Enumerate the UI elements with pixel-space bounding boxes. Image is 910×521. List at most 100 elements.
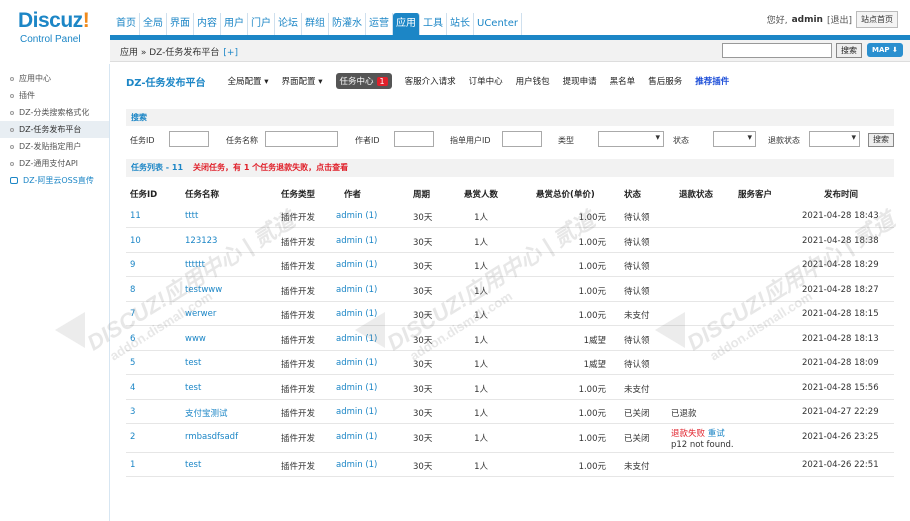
author-link[interactable]: admin (1)	[336, 260, 377, 270]
list-title: 任务列表 - 11	[131, 163, 184, 172]
task-id-cell[interactable]: 9	[130, 260, 135, 270]
sidebar-item[interactable]: 插件	[0, 87, 109, 104]
author-link[interactable]: admin (1)	[336, 432, 377, 442]
topnav-item[interactable]: UCenter	[474, 13, 522, 35]
subnav-tab-label: 售后服务	[648, 77, 683, 87]
author-link[interactable]: admin (1)	[336, 211, 377, 221]
reward-price-cell: 1.00元	[578, 311, 606, 321]
task-id-cell[interactable]: 11	[130, 211, 141, 221]
refund-status-select[interactable]	[809, 131, 860, 147]
logout-link[interactable]: [退出]	[827, 13, 852, 26]
topnav-item[interactable]: 首页	[113, 13, 140, 35]
task-id-cell[interactable]: 6	[130, 334, 135, 344]
filter-bar: 任务ID 任务名称 作者ID 指单用户ID 类型 状态 退款状态 搜索	[110, 131, 910, 151]
refund-fail-warning-link[interactable]: 关闭任务，有 1 个任务退款失败，点击查看	[193, 163, 348, 172]
logo-mark: !	[82, 9, 90, 32]
task-name-link[interactable]: 123123	[185, 236, 217, 246]
task-id-cell[interactable]: 5	[130, 358, 135, 368]
bullet-icon	[10, 161, 14, 166]
period-cell: 30天	[413, 286, 433, 297]
subnav-tab[interactable]: 售后服务	[648, 75, 682, 87]
sidebar-item[interactable]: DZ-通用支付API	[0, 155, 109, 172]
subnav-tab[interactable]: 订单中心	[469, 75, 503, 87]
topnav-item[interactable]: 内容	[194, 13, 221, 35]
task-name-link[interactable]: www	[185, 334, 206, 344]
subnav-tab[interactable]: 客服介入请求	[405, 75, 456, 87]
topnav-item[interactable]: 用户	[221, 13, 248, 35]
subnav-tab[interactable]: 界面配置 ▾	[282, 75, 323, 87]
period-cell: 30天	[413, 461, 433, 472]
task-id-input[interactable]	[169, 131, 209, 147]
column-header: 任务类型	[281, 190, 316, 200]
topnav-item[interactable]: 全局	[140, 13, 167, 35]
table-row: 11 tttt 插件开发 admin (1) 30天 1人 1.00元 待认领 2021-04-…	[126, 204, 894, 228]
sidebar-item[interactable]: DZ-任务发布平台	[0, 121, 109, 138]
map-button[interactable]: MAP ⬇	[867, 43, 903, 57]
author-id-label: 作者ID	[355, 136, 380, 145]
logo-brand: Discuz	[18, 9, 83, 32]
subnav-tab[interactable]: 提现申请	[563, 75, 597, 87]
period-cell: 30天	[413, 311, 433, 321]
author-link[interactable]: admin (1)	[336, 460, 377, 470]
author-link[interactable]: admin (1)	[336, 407, 377, 417]
reward-count-cell: 1人	[474, 213, 488, 223]
task-name-link[interactable]: tttt	[185, 211, 198, 221]
search-button[interactable]: 搜索	[836, 43, 862, 58]
task-name-link[interactable]: werwer	[185, 309, 216, 319]
subnav-tab[interactable]: 推荐插件	[695, 75, 729, 87]
status-select[interactable]	[713, 131, 756, 147]
subnav-tab[interactable]: 全局配置 ▾	[228, 75, 269, 87]
task-type-cell: 插件开发	[281, 433, 316, 444]
subnav-tab[interactable]: 用户钱包	[516, 75, 550, 87]
subnav-tab[interactable]: 任务中心 1	[335, 73, 392, 89]
task-name-link[interactable]: rmbasdfsadf	[185, 432, 238, 442]
task-name-link[interactable]: 支付宝测试	[185, 407, 228, 419]
task-id-cell[interactable]: 3	[130, 407, 135, 417]
task-name-link[interactable]: test	[185, 460, 201, 470]
author-link[interactable]: admin (1)	[336, 285, 377, 295]
table-row: 4 test 插件开发 admin (1) 30天 1人 1.00元 未支付 2021-04-2…	[126, 376, 894, 400]
task-name-link[interactable]: test	[185, 358, 201, 368]
task-id-cell[interactable]: 4	[130, 383, 135, 393]
author-link[interactable]: admin (1)	[336, 309, 377, 319]
refund-fail-label: 退款失败	[671, 428, 706, 439]
site-home-button[interactable]: 站点首页	[856, 11, 898, 28]
add-shortcut-link[interactable]: [+]	[223, 48, 238, 58]
task-id-cell[interactable]: 2	[130, 432, 135, 442]
sidebar-item[interactable]: DZ-发贴指定用户	[0, 138, 109, 155]
author-link[interactable]: admin (1)	[336, 383, 377, 393]
author-link[interactable]: admin (1)	[336, 358, 377, 368]
task-name-link[interactable]: test	[185, 383, 201, 393]
period-cell: 30天	[413, 262, 433, 272]
sidebar-item[interactable]: DZ-分类搜索格式化	[0, 104, 109, 121]
author-link[interactable]: admin (1)	[336, 236, 377, 246]
topnav-item[interactable]: 应用	[393, 13, 420, 35]
task-name-input[interactable]	[265, 131, 338, 147]
author-link[interactable]: admin (1)	[336, 334, 377, 344]
topnav-item[interactable]: 运营	[366, 13, 393, 35]
type-select[interactable]	[598, 131, 664, 147]
topnav-item[interactable]: 工具	[420, 13, 447, 35]
topnav-item[interactable]: 门户	[248, 13, 275, 35]
task-id-cell[interactable]: 10	[130, 236, 141, 246]
sidebar-item[interactable]: DZ-阿里云OSS直传	[0, 172, 109, 189]
subnav-tab[interactable]: 黑名单	[610, 75, 636, 87]
task-id-cell[interactable]: 8	[130, 285, 135, 295]
topnav-item[interactable]: 论坛	[275, 13, 302, 35]
column-header: 任务ID	[130, 190, 158, 200]
assigned-user-id-input[interactable]	[502, 131, 542, 147]
task-id-cell[interactable]: 1	[130, 460, 135, 470]
sidebar-item[interactable]: 应用中心	[0, 70, 109, 87]
topnav-item[interactable]: 群组	[302, 13, 329, 35]
filter-search-button[interactable]: 搜索	[868, 133, 894, 147]
task-id-cell[interactable]: 7	[130, 309, 135, 319]
task-name-link[interactable]: testwww	[185, 285, 222, 295]
topnav-item[interactable]: 界面	[167, 13, 194, 35]
topnav-item[interactable]: 站长	[447, 13, 474, 35]
logo[interactable]: Discuz! Control Panel	[18, 9, 93, 46]
topnav-item[interactable]: 防灌水	[329, 13, 366, 35]
author-id-input[interactable]	[394, 131, 434, 147]
task-name-link[interactable]: tttttt	[185, 260, 205, 270]
search-input[interactable]	[722, 43, 832, 58]
refund-retry-link[interactable]: 重试	[708, 429, 725, 439]
